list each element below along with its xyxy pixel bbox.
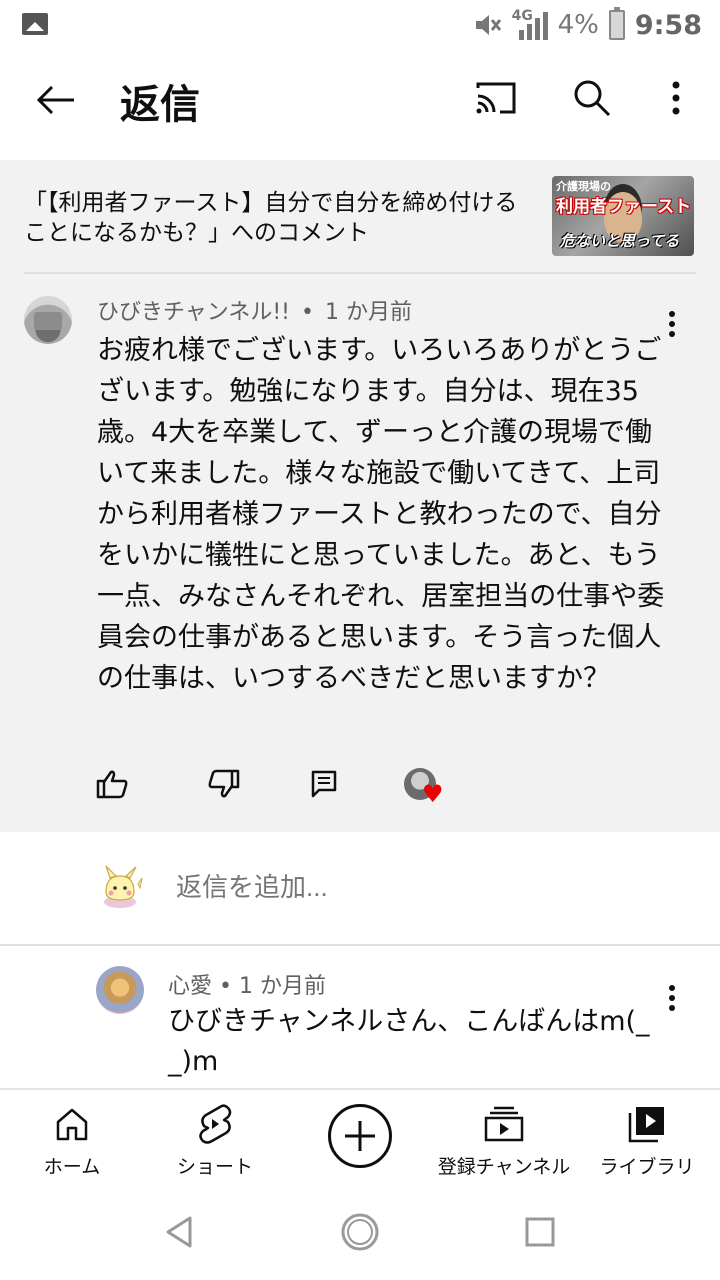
heart-icon: ♥ bbox=[422, 780, 444, 808]
system-back-icon[interactable] bbox=[160, 1212, 200, 1252]
avatar[interactable] bbox=[24, 296, 72, 344]
back-button[interactable] bbox=[30, 75, 82, 125]
thumbs-up-icon bbox=[96, 770, 128, 799]
system-navigation bbox=[0, 1184, 720, 1280]
status-bar: 4G 4% 9:58 bbox=[0, 0, 720, 50]
more-vertical-icon bbox=[672, 81, 680, 115]
search-button[interactable] bbox=[568, 74, 616, 122]
reply-author[interactable]: 心愛 bbox=[168, 974, 212, 999]
comment-time: 1 か月前 bbox=[324, 300, 412, 325]
comment-text: お疲れ様でございます。いろいろありがとうございます。勉強になります。自分は、現在… bbox=[97, 335, 665, 694]
nav-home[interactable]: ホーム bbox=[22, 1090, 122, 1186]
mute-icon bbox=[475, 15, 501, 35]
shorts-icon bbox=[199, 1104, 232, 1144]
nav-library-label: ライブラリ bbox=[599, 1156, 695, 1178]
thumbnail-caption-bottom: 危ないと思ってる bbox=[560, 232, 680, 250]
cast-icon bbox=[476, 82, 516, 114]
nav-create-button[interactable] bbox=[324, 1090, 396, 1186]
nav-home-label: ホーム bbox=[43, 1156, 101, 1178]
image-notification-icon bbox=[22, 13, 48, 35]
more-vertical-icon bbox=[669, 311, 675, 337]
battery-icon bbox=[608, 7, 625, 40]
meta-separator: • bbox=[219, 974, 232, 999]
add-reply-row bbox=[0, 832, 720, 944]
video-reference-text: 「【利用者ファースト】自分で自分を締め付けることになるかも？」へのコメント bbox=[24, 190, 518, 246]
subscriptions-icon bbox=[484, 1106, 524, 1142]
bottom-navigation: ホーム ショート 登録チャンネル ライブラリ bbox=[0, 1088, 720, 1184]
app-bar: 返信 bbox=[0, 50, 720, 150]
battery-percent: 4% bbox=[557, 10, 599, 40]
like-button[interactable] bbox=[92, 764, 132, 804]
avatar[interactable] bbox=[96, 966, 144, 1014]
video-thumbnail[interactable]: 介護現場の 利用者ファースト 危ないと思ってる bbox=[552, 176, 694, 256]
reply-text: ひびきチャンネルさん、こんばんはm(_ _)m bbox=[168, 1006, 650, 1077]
meta-separator: • bbox=[300, 300, 314, 325]
thumbnail-title: 利用者ファースト bbox=[556, 197, 692, 217]
reply-meta: 心愛 • 1 か月前 bbox=[168, 968, 326, 1000]
library-icon bbox=[628, 1107, 664, 1143]
user-avatar bbox=[104, 865, 143, 908]
search-icon bbox=[574, 80, 611, 117]
nav-library[interactable]: ライブラリ bbox=[592, 1090, 702, 1186]
comment-author[interactable]: ひびきチャンネル!! bbox=[97, 300, 290, 325]
system-recents-icon[interactable] bbox=[520, 1212, 560, 1252]
plus-icon bbox=[345, 1121, 375, 1151]
divider bbox=[24, 272, 696, 274]
reply-button[interactable] bbox=[304, 764, 344, 804]
page-title: 返信 bbox=[120, 82, 200, 128]
reply-input[interactable] bbox=[176, 872, 636, 903]
reply-icon bbox=[311, 770, 337, 798]
nav-shorts[interactable]: ショート bbox=[160, 1090, 270, 1186]
system-home-icon[interactable] bbox=[340, 1212, 380, 1252]
comment-thread: 「【利用者ファースト】自分で自分を締め付けることになるかも？」へのコメント 介護… bbox=[0, 160, 720, 832]
reply-comment: 心愛 • 1 か月前 ひびきチャンネルさん、こんばんはm(_ _)m bbox=[0, 946, 720, 1086]
more-vertical-icon bbox=[669, 985, 675, 1011]
arrow-left-icon bbox=[36, 85, 74, 115]
clock: 9:58 bbox=[634, 9, 702, 41]
comment-meta: ひびきチャンネル!! • 1 か月前 bbox=[97, 294, 412, 326]
signal-icon: 4G bbox=[512, 8, 548, 42]
dislike-button[interactable] bbox=[204, 764, 244, 804]
comment-actions: ♥ bbox=[0, 764, 720, 820]
more-options-button[interactable] bbox=[652, 74, 700, 122]
cast-button[interactable] bbox=[472, 74, 520, 122]
reply-time: 1 か月前 bbox=[239, 974, 326, 999]
thumbs-down-icon bbox=[208, 769, 240, 798]
home-icon bbox=[56, 1108, 88, 1141]
nav-subscriptions[interactable]: 登録チャンネル bbox=[430, 1090, 578, 1186]
nav-subscriptions-label: 登録チャンネル bbox=[437, 1156, 571, 1178]
creator-heart: ♥ bbox=[404, 768, 446, 808]
nav-shorts-label: ショート bbox=[176, 1156, 253, 1178]
video-reference[interactable]: 「【利用者ファースト】自分で自分を締め付けることになるかも？」へのコメント 介護… bbox=[24, 176, 696, 272]
